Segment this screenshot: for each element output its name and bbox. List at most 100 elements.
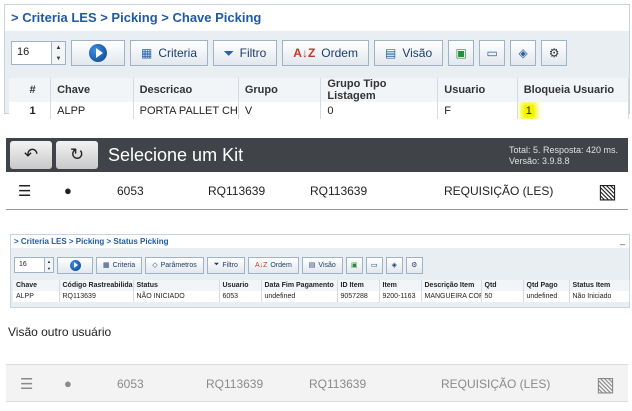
kit-list-item[interactable]: ☰ ● 6053 RQ113639 RQ113639 REQUISIÇÃO (L…	[6, 172, 628, 210]
column-header[interactable]: Grupo	[238, 78, 322, 102]
status-picking-panel: > Criteria LES > Picking > Status Pickin…	[10, 234, 630, 308]
sort-az-icon: A↓Z	[254, 261, 268, 269]
column-header[interactable]: Usuario	[437, 78, 518, 102]
table-cell: ALPP	[50, 102, 134, 119]
boxes-icon[interactable]: ▧	[596, 372, 615, 397]
table-cell: 0	[320, 102, 439, 119]
visao-label: Visão	[318, 261, 336, 269]
code-button[interactable]: ◈	[510, 40, 537, 66]
back-button[interactable]: ↶	[10, 141, 52, 169]
table-row[interactable]: ALPP RQ113639 NÃO INICIADO 6053 undefine…	[13, 291, 630, 302]
user-icon: ●	[64, 183, 72, 198]
highlighted-value: 1	[523, 104, 534, 117]
column-header[interactable]: Código Rastreabilida	[59, 280, 134, 291]
visao-button[interactable]: ▤ Visão	[373, 40, 444, 66]
column-header[interactable]: Descricao	[133, 78, 239, 102]
kit-header-bar: ↶ ↻ Selecione um Kit Total: 5. Resposta:…	[6, 138, 628, 172]
table-cell: Não Iniciado	[569, 291, 630, 302]
column-header[interactable]: Data Fim Pagamento	[261, 280, 338, 291]
wrench-icon: ⚙	[548, 46, 560, 60]
spinner-up-icon[interactable]: ▲	[56, 45, 62, 51]
export-icon: ▣	[455, 46, 467, 60]
table-cell: 1	[517, 102, 630, 119]
minimize-button[interactable]: _	[620, 235, 625, 245]
user-number: 6053	[117, 184, 144, 198]
ordem-button[interactable]: A↓Z Ordem	[282, 40, 369, 66]
column-header[interactable]: Usuario	[219, 280, 262, 291]
sort-az-icon: A↓Z	[293, 46, 316, 60]
table-header-row: # Chave Descricao Grupo Grupo Tipo Lista…	[9, 78, 630, 102]
spinner-up-icon[interactable]: ▲	[47, 259, 51, 264]
export-button[interactable]: ▣	[448, 40, 475, 66]
export-icon: ▣	[351, 262, 358, 269]
column-header[interactable]: Chave	[13, 280, 60, 291]
criteria-label: Criteria	[158, 46, 198, 60]
other-user-kit-item[interactable]: ☰ ● 6053 RQ113639 RQ113639 REQUISIÇÃO (L…	[6, 364, 628, 402]
toolbar: 16 ▲ ▼ ▦ Criteria ⏷ Filtro A↓Z Ordem ▤ Vi…	[11, 36, 568, 70]
code-icon: ◈	[518, 46, 528, 60]
refresh-button[interactable]: ↻	[56, 141, 98, 169]
save-button[interactable]: ▭	[365, 256, 383, 274]
refresh-icon: ↻	[69, 145, 85, 164]
column-header[interactable]: Status	[133, 280, 220, 291]
view-icon: ▤	[384, 46, 397, 60]
column-header[interactable]: ID Item	[337, 280, 380, 291]
code-button[interactable]: ◈	[385, 256, 403, 274]
criteria-button[interactable]: ▦ Criteria	[130, 40, 209, 66]
page-size-spinner[interactable]: 16 ▲ ▼	[14, 257, 54, 273]
user-number: 6053	[117, 377, 144, 391]
visao-button[interactable]: ▤ Visão	[301, 256, 343, 274]
parametros-button[interactable]: ◇ Parâmetros	[145, 256, 204, 274]
run-button[interactable]	[71, 40, 125, 66]
requisition-code: RQ113639	[208, 184, 266, 198]
breadcrumb: > Criteria LES > Picking > Chave Picking	[5, 5, 629, 31]
filtro-button[interactable]: ⏷ Filtro	[206, 256, 245, 274]
settings-button[interactable]: ⚙	[405, 256, 423, 274]
page-size-spinner[interactable]: 16 ▲ ▼	[11, 41, 66, 65]
caption-text: Visão outro usuário	[8, 325, 112, 339]
column-header[interactable]: Item	[379, 280, 422, 291]
column-header[interactable]: Status Item	[569, 280, 630, 291]
code-icon: ◈	[391, 262, 397, 269]
column-header[interactable]: Chave	[50, 78, 134, 102]
column-header[interactable]: Qtd Pago	[523, 280, 570, 291]
table-cell: 6053	[219, 291, 262, 302]
save-button[interactable]: ▭	[479, 40, 506, 66]
boxes-icon[interactable]: ▧	[598, 179, 617, 204]
criteria-button[interactable]: ▦ Criteria	[96, 256, 143, 274]
filtro-button[interactable]: ⏷ Filtro	[213, 40, 278, 66]
save-icon: ▭	[486, 46, 498, 60]
requisition-code-2: RQ113639	[309, 377, 367, 391]
back-arrow-icon: ↶	[23, 145, 39, 164]
ordem-button[interactable]: A↓Z Ordem	[247, 256, 299, 274]
column-header[interactable]: #	[9, 78, 52, 102]
criteria-icon: ▦	[103, 262, 110, 269]
table-cell: RQ113639	[59, 291, 134, 302]
requisition-type: REQUISIÇÃO (LES)	[444, 184, 554, 198]
spinner-down-icon[interactable]: ▼	[56, 56, 62, 62]
table-cell: 1	[9, 102, 52, 119]
wrench-icon: ⚙	[411, 262, 418, 269]
export-button[interactable]: ▣	[345, 256, 363, 274]
criteria-label: Criteria	[112, 261, 136, 269]
table-cell: 9200-1163	[379, 291, 422, 302]
parametros-label: Parâmetros	[160, 261, 197, 269]
table-row[interactable]: 1 ALPP PORTA PALLET CH V 0 F 1	[9, 102, 630, 119]
tag-icon: ◇	[152, 262, 158, 269]
filtro-label: Filtro	[222, 261, 238, 269]
spinner-down-icon[interactable]: ▼	[47, 266, 51, 271]
version-text: Versão: 3.9.8.8	[508, 156, 570, 166]
criteria-icon: ▦	[141, 46, 153, 60]
run-button[interactable]	[57, 256, 93, 274]
column-header[interactable]: Qtd	[481, 280, 524, 291]
play-icon	[69, 259, 81, 271]
column-header[interactable]: Grupo Tipo Listagem	[320, 78, 439, 102]
table-cell: undefined	[523, 291, 570, 302]
save-icon: ▭	[371, 262, 378, 269]
filter-icon: ⏷	[224, 45, 234, 60]
requisition-code: RQ113639	[206, 377, 264, 391]
column-header[interactable]: Descrição Item	[421, 280, 482, 291]
toolbar: 16 ▲ ▼ ▦ Criteria ◇ Parâmetros ⏷ Filtro A↓Z O…	[14, 255, 423, 275]
column-header[interactable]: Bloqueia Usuario	[517, 78, 630, 102]
settings-button[interactable]: ⚙	[541, 40, 568, 66]
